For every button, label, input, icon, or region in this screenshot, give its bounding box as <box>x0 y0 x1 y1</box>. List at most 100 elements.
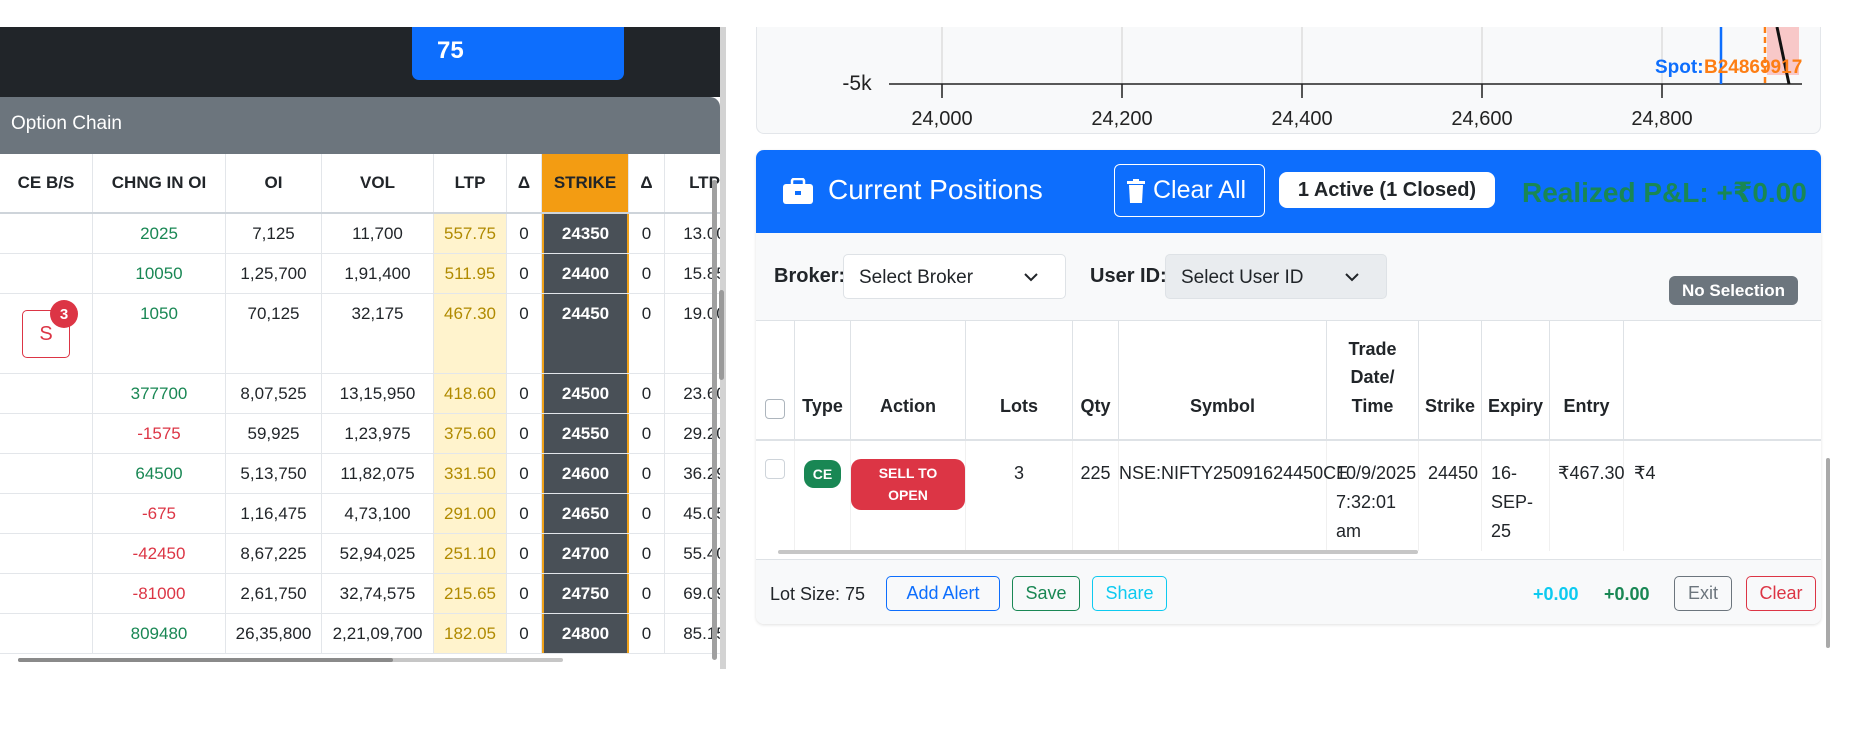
right-panel-scrollbar[interactable] <box>1826 458 1830 648</box>
cell-chng-oi: -675 <box>93 494 226 533</box>
ce-order-count-badge: 3 <box>50 300 78 328</box>
total-pnl: +0.00 <box>1604 584 1650 604</box>
action-badge: SELL TO OPEN <box>851 459 965 510</box>
horizontal-scrollbar-thumb[interactable] <box>18 658 393 662</box>
col-type: Type <box>795 321 851 441</box>
chevron-down-icon <box>1345 273 1359 282</box>
cell-delta: 0 <box>507 574 542 613</box>
cell-strike[interactable]: 24550 <box>542 414 629 453</box>
col-qty: Qty <box>1073 321 1119 441</box>
cell-pe-delta: 0 <box>629 534 665 573</box>
cell-oi: 8,67,225 <box>226 534 322 573</box>
row-checkbox[interactable] <box>765 459 785 479</box>
ce-buy-sell-cell <box>0 494 93 533</box>
user-id-label: User ID: <box>1090 265 1167 287</box>
cell-pe-delta: 0 <box>629 574 665 613</box>
column-header: LTP <box>434 154 507 212</box>
select-all-cell <box>756 321 795 441</box>
cell-pe-delta: 0 <box>629 414 665 453</box>
cell-strike[interactable]: 24600 <box>542 454 629 493</box>
option-chain-row: S3105070,12532,175467.30024450019.00 <box>0 294 720 374</box>
x-tick-label: 24,800 <box>1631 108 1692 130</box>
cell-pe-delta: 0 <box>629 374 665 413</box>
lot-quantity-button[interactable]: 75 <box>412 27 624 80</box>
position-strike: 24450 <box>1419 441 1482 551</box>
col-overflow <box>1624 321 1821 441</box>
ce-buy-sell-cell <box>0 374 93 413</box>
col-action: Action <box>851 321 966 441</box>
cell-strike[interactable]: 24800 <box>542 614 629 653</box>
positions-horizontal-scrollbar[interactable] <box>778 550 1418 554</box>
ce-buy-sell-cell <box>0 414 93 453</box>
cell-ltp: 418.60 <box>434 374 507 413</box>
top-dark-bar: 75 <box>0 27 720 97</box>
cell-strike[interactable]: 24400 <box>542 254 629 293</box>
cell-oi: 5,13,750 <box>226 454 322 493</box>
cell-chng-oi: 1050 <box>93 294 226 373</box>
cell-chng-oi: 809480 <box>93 614 226 653</box>
cell-strike[interactable]: 24350 <box>542 214 629 253</box>
position-type: CE <box>795 441 851 551</box>
col-entry: Entry <box>1550 321 1624 441</box>
cell-strike[interactable]: 24650 <box>542 494 629 533</box>
cell-delta: 0 <box>507 214 542 253</box>
cell-ltp: 375.60 <box>434 414 507 453</box>
chevron-down-icon <box>1024 273 1038 282</box>
cell-ltp: 291.00 <box>434 494 507 533</box>
option-chain-panel: 75 Option Chain CE B/S CHNG IN OI OI VOL LTP… <box>0 27 720 669</box>
option-chain-vertical-scrollbar[interactable] <box>712 180 717 660</box>
cell-strike[interactable]: 24500 <box>542 374 629 413</box>
ce-buy-sell-cell <box>0 454 93 493</box>
save-button[interactable]: Save <box>1012 576 1080 611</box>
position-entry: ₹467.30 <box>1550 441 1625 551</box>
column-header: Δ <box>507 154 542 212</box>
cell-strike[interactable]: 24700 <box>542 534 629 573</box>
col-expiry: Expiry <box>1482 321 1550 441</box>
cell-vol: 32,175 <box>322 294 434 373</box>
position-lots: 3 <box>966 441 1073 551</box>
cell-chng-oi: -1575 <box>93 414 226 453</box>
ce-buy-sell-cell <box>0 254 93 293</box>
expiry-line: 16- <box>1491 463 1518 483</box>
option-chain-row: 20257,12511,700557.75024350013.00 <box>0 214 720 254</box>
panel-resize-handle[interactable] <box>719 290 724 380</box>
cell-pe-delta: 0 <box>629 494 665 533</box>
broker-select[interactable]: Select Broker <box>843 254 1066 299</box>
cell-chng-oi: -81000 <box>93 574 226 613</box>
option-chain-header-row: CE B/S CHNG IN OI OI VOL LTP Δ STRIKE Δ LTP <box>0 154 720 214</box>
exit-button[interactable]: Exit <box>1674 576 1732 611</box>
cell-chng-oi: 2025 <box>93 214 226 253</box>
col-trade-date-line: Time <box>1351 396 1394 417</box>
cell-pe-delta: 0 <box>629 294 665 373</box>
column-header: CHNG IN OI <box>93 154 226 212</box>
cell-chng-oi: -42450 <box>93 534 226 573</box>
cell-delta: 0 <box>507 294 542 373</box>
ce-buy-sell-cell <box>0 214 93 253</box>
clear-button[interactable]: Clear <box>1746 576 1816 611</box>
cell-oi: 59,925 <box>226 414 322 453</box>
trade-time: 7:32:01 <box>1336 491 1397 512</box>
add-alert-button[interactable]: Add Alert <box>886 576 1000 611</box>
cell-vol: 11,700 <box>322 214 434 253</box>
column-header: OI <box>226 154 322 212</box>
cell-ltp: 557.75 <box>434 214 507 253</box>
cell-delta: 0 <box>507 454 542 493</box>
select-all-checkbox[interactable] <box>765 399 785 419</box>
cell-strike[interactable]: 24450 <box>542 294 629 373</box>
status-badge: 1 Active (1 Closed) <box>1279 172 1495 208</box>
payoff-chart: -5k 24,000 24,200 24,400 24,600 24,800 S… <box>756 27 1821 134</box>
cell-pe-delta: 0 <box>629 454 665 493</box>
cell-strike[interactable]: 24750 <box>542 574 629 613</box>
cell-vol: 1,23,975 <box>322 414 434 453</box>
share-button[interactable]: Share <box>1092 576 1167 611</box>
user-id-select-value: Select User ID <box>1181 267 1304 288</box>
position-qty: 225 <box>1073 441 1119 551</box>
option-chain-row: 809480 26,35,800 2,21,09,700 182.05 0 24800 0 8… <box>0 614 720 654</box>
clear-all-label: Clear All <box>1153 176 1247 204</box>
user-id-select[interactable]: Select User ID <box>1165 254 1387 299</box>
clear-all-button[interactable]: Clear All <box>1114 164 1265 217</box>
cell-ltp: 467.30 <box>434 294 507 373</box>
col-trade-date: Trade Date/ Time <box>1327 321 1419 441</box>
cell-vol: 1,91,400 <box>322 254 434 293</box>
trade-date: 10/9/2025 <box>1336 463 1417 483</box>
